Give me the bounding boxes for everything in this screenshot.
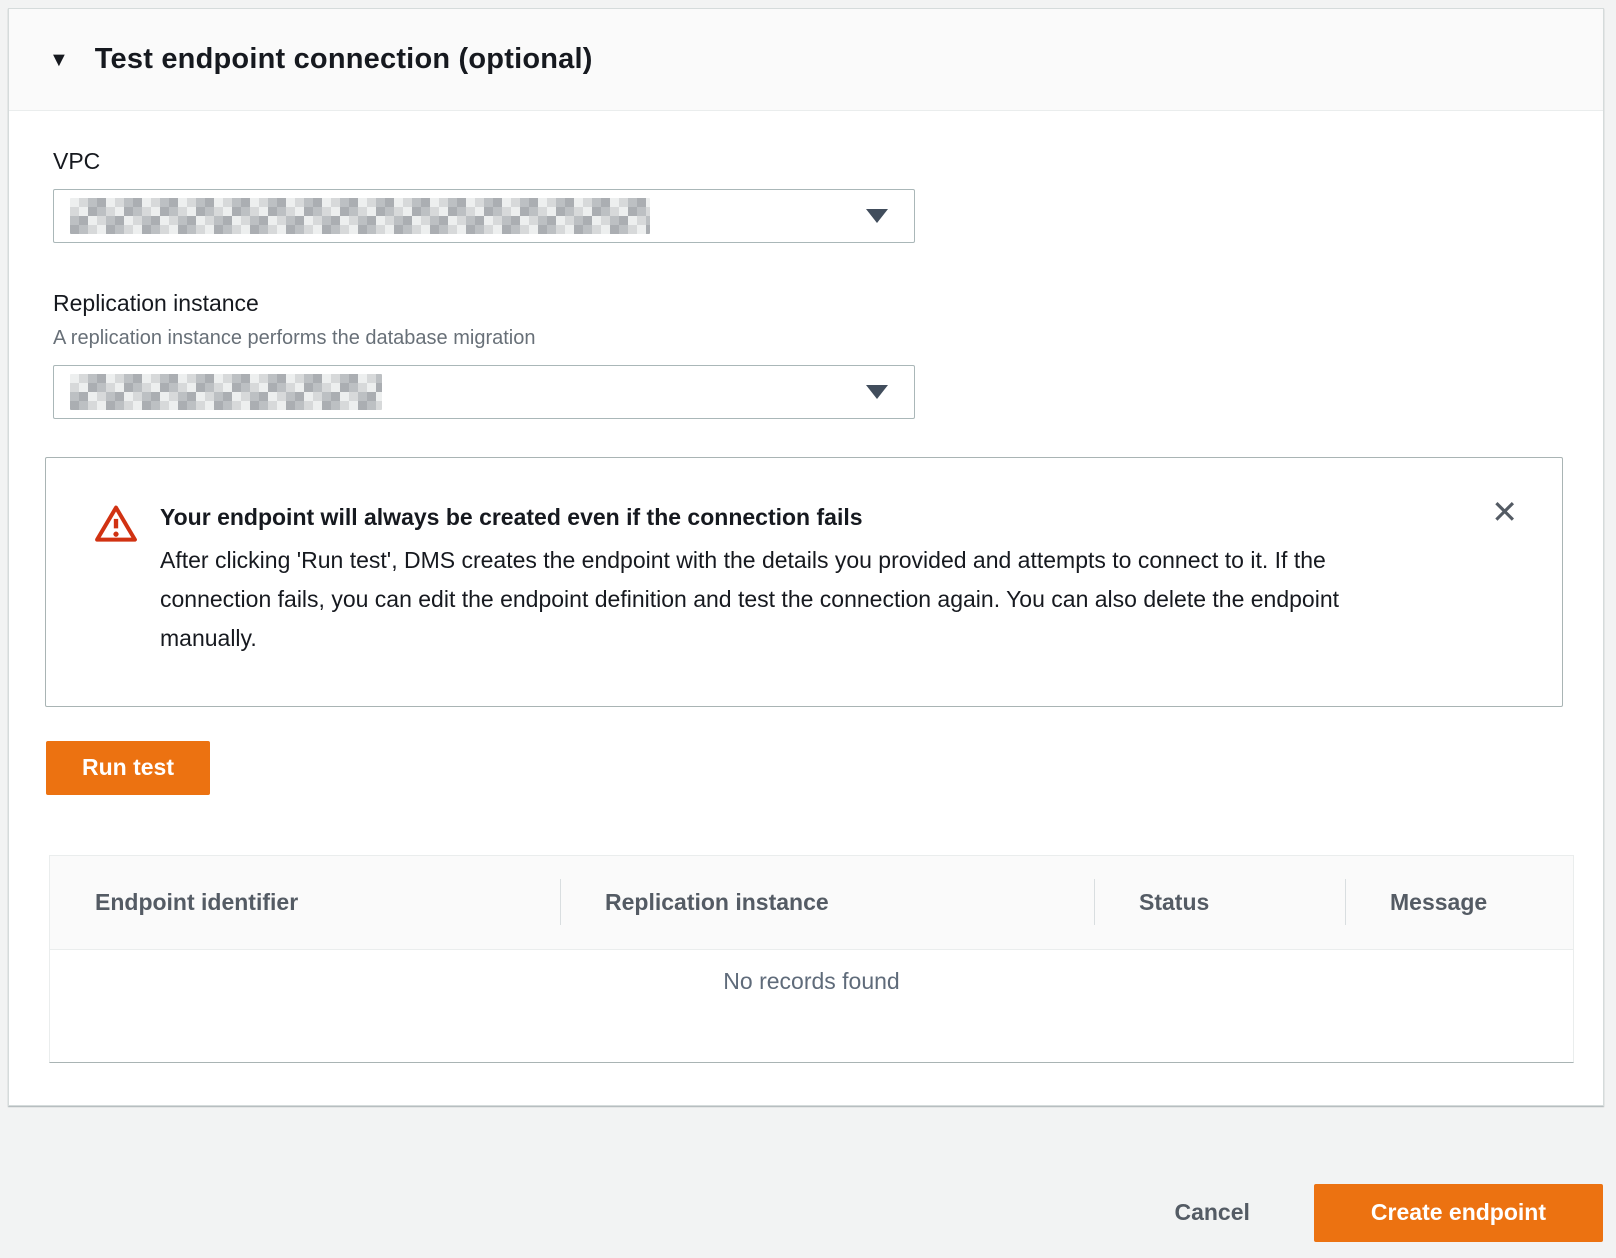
panel-body: VPC Replication instance A replication i…: [9, 111, 1603, 1105]
table-header-row: Endpoint identifier Replication instance…: [50, 856, 1573, 950]
replication-instance-select[interactable]: [53, 365, 915, 419]
create-endpoint-button[interactable]: Create endpoint: [1314, 1184, 1603, 1242]
panel-title: Test endpoint connection (optional): [95, 43, 593, 76]
vpc-label: VPC: [53, 147, 1563, 177]
replication-instance-description: A replication instance performs the data…: [53, 323, 1563, 353]
caret-down-icon: [866, 385, 888, 399]
replication-instance-label: Replication instance: [53, 289, 1563, 319]
caret-down-icon: [866, 209, 888, 223]
warning-text-block: Your endpoint will always be created eve…: [160, 502, 1442, 658]
cancel-button[interactable]: Cancel: [1172, 1185, 1251, 1240]
column-header-replication-instance: Replication instance: [560, 856, 1094, 949]
warning-title: Your endpoint will always be created eve…: [160, 502, 1442, 532]
vpc-field: VPC: [53, 147, 1563, 243]
vpc-redacted-value: [70, 198, 650, 234]
warning-body: After clicking 'Run test', DMS creates t…: [160, 541, 1442, 658]
form-footer-actions: Cancel Create endpoint: [0, 1184, 1603, 1242]
table-empty-state: No records found: [50, 950, 1573, 1062]
column-header-message: Message: [1345, 856, 1573, 949]
panel-expander[interactable]: ▼ Test endpoint connection (optional): [9, 9, 1603, 111]
warning-triangle-icon: [94, 504, 138, 544]
connection-warning-flash: Your endpoint will always be created eve…: [45, 457, 1563, 707]
collapse-triangle-icon: ▼: [49, 50, 69, 70]
vpc-select[interactable]: [53, 189, 915, 243]
column-header-endpoint-identifier: Endpoint identifier: [50, 856, 560, 949]
test-results-table: Endpoint identifier Replication instance…: [49, 855, 1574, 1063]
replication-instance-field: Replication instance A replication insta…: [53, 289, 1563, 419]
run-test-button[interactable]: Run test: [46, 741, 210, 795]
test-endpoint-connection-panel: ▼ Test endpoint connection (optional) VP…: [8, 8, 1604, 1106]
no-records-text: No records found: [723, 968, 899, 995]
replication-instance-redacted-value: [70, 374, 382, 410]
column-header-status: Status: [1094, 856, 1345, 949]
close-icon[interactable]: ✕: [1491, 496, 1518, 528]
